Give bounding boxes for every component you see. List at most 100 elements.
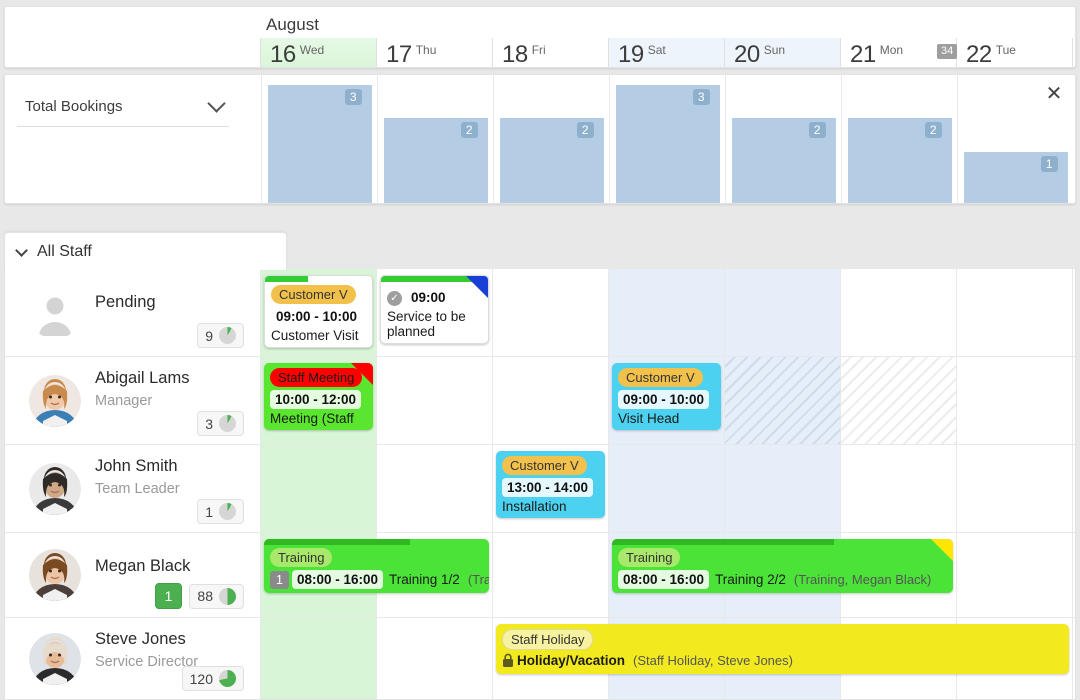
capacity-donut-icon [219,670,236,687]
chart-bar[interactable]: 2 [731,118,836,203]
day-cell[interactable] [725,445,841,532]
event-time: 09:00 - 10:00 [271,307,363,326]
day-cell[interactable] [609,445,725,532]
day-of-week: Sat [647,43,666,57]
calendar-event-megan-training-2[interactable]: Training 08:00 - 16:00 Training 2/2 (Traini… [612,539,953,593]
chart-bar[interactable]: 1 [963,151,1068,203]
event-pill-row: Customer V [502,456,599,475]
capacity-badge[interactable]: 1 [197,499,244,524]
day-cell[interactable] [957,269,1073,356]
staff-cell-pending[interactable]: Pending 9 [5,269,261,356]
capacity-badge[interactable]: 120 [181,666,244,691]
event-category-pill: Staff Holiday [502,629,594,650]
event-category-pill: Training [270,548,333,567]
capacity-value: 88 [197,588,213,604]
day-cell[interactable] [725,357,841,444]
day-header-fri[interactable]: 18 Fri [493,38,609,67]
day-cell[interactable] [493,533,609,617]
event-detail-line: Holiday/Vacation (Staff Holiday, Steve Jo… [502,653,1063,670]
calendar-event-john-installation[interactable]: Customer V 13:00 - 14:00 Installation [496,451,605,518]
event-subtitle: (Staff Holiday, Steve Jones) [633,653,793,668]
day-cell[interactable] [377,618,493,699]
capacity-value: 120 [189,670,213,687]
bookings-metric-select[interactable]: Total Bookings [17,93,229,127]
day-of-week: Wed [299,43,325,57]
calendar-event-pending-customer-visit[interactable]: Customer V 09:00 - 10:00 Customer Visit [264,275,373,348]
capacity-donut-icon [219,587,236,605]
day-header-sat[interactable]: 19 Sat [609,38,725,68]
event-detail-line: 13:00 - 14:00 [502,478,599,497]
event-pill-row: Training [618,548,947,567]
capacity-value: 1 [205,503,213,520]
day-header-wed[interactable]: 16 Wed [261,38,377,67]
day-cell[interactable] [377,445,493,532]
week-number-badge: 34 [937,44,958,59]
day-cell[interactable] [261,618,377,699]
staff-name: Pending [95,293,156,311]
day-cell[interactable] [493,357,609,444]
chart-column: 2 [841,75,957,203]
day-cell[interactable] [377,357,493,444]
calendar-event-megan-training-1[interactable]: Training 108:00 - 16:00 Training 1/2 (Train… [264,539,489,593]
day-header-thu[interactable]: 17 Thu [377,38,493,67]
event-time: 08:00 - 16:00 [618,570,710,589]
schedule-row: Abigail Lams Manager 3 Staff Meeting 10:00 -… [5,357,1075,445]
chevron-down-icon [15,243,28,257]
event-content: Staff Meeting 10:00 - 12:00 Meeting (Staff [264,363,373,430]
day-cell[interactable] [725,269,841,356]
day-cell[interactable] [841,445,957,532]
day-cell[interactable] [957,357,1073,444]
day-number: 21 [850,41,876,68]
capacity-badge[interactable]: 3 [197,411,244,436]
event-title: Training 2/2 [715,572,786,587]
lock-icon [502,653,514,670]
staff-cell-john-smith[interactable]: John Smith Team Leader 1 [5,445,261,532]
chevron-down-icon [207,94,226,113]
staff-name: Megan Black [95,557,191,575]
day-cell[interactable] [493,269,609,356]
day-number: 19 [618,41,644,68]
day-cell[interactable] [957,445,1073,532]
month-label: August [266,15,319,34]
event-content: Training 08:00 - 16:00 Training 2/2 (Traini… [612,539,953,593]
event-title: Training 1/2 [389,572,460,587]
chart-bar-value: 3 [692,89,710,105]
chart-bar[interactable]: 3 [615,85,720,203]
chart-bar[interactable]: 3 [267,85,372,203]
chart-bar[interactable]: 2 [499,118,604,203]
chart-bar-value: 2 [576,122,594,139]
capacity-donut-icon [219,327,236,344]
day-cell[interactable] [957,533,1073,617]
event-subtitle: (Training, Megan Black) [467,572,489,587]
day-cell[interactable] [609,269,725,356]
staff-cell-steve-jones[interactable]: Steve Jones Service Director 120 [5,618,261,699]
calendar-event-pending-service-to-be-planned[interactable]: ✓ 09:00 Service to be planned [380,275,489,344]
day-header-strip: 16 Wed 17 Thu 18 Fri 19 Sat 20 Sun 21 Mon 34 22 Tue [5,38,1075,68]
staff-cell-megan-black[interactable]: Megan Black 1 88 [5,533,261,617]
chart-bar-value: 3 [344,89,362,105]
calendar-event-steve-staff-holiday[interactable]: Staff Holiday Holiday/Vacation (Staff Holi… [496,624,1069,674]
staff-badges: 1 88 [154,583,244,609]
capacity-badge[interactable]: 9 [197,323,244,348]
event-title: Customer Visit [271,328,359,343]
schedule-grid[interactable]: Pending 9 Customer V 09:00 - 10:00 Customer … [4,269,1076,700]
day-header-sun[interactable]: 20 Sun [725,38,841,67]
day-of-week: Sun [763,43,786,57]
capacity-donut-icon [219,415,236,432]
assignment-count-badge[interactable]: 1 [154,583,183,609]
day-cell[interactable] [261,445,377,532]
calendar-event-abigail-visit-head[interactable]: Customer V 09:00 - 10:00 Visit Head [612,363,721,430]
all-staff-tab[interactable]: All Staff [4,232,287,270]
schedule-row: John Smith Team Leader 1 Customer V 13:00 - … [5,445,1075,533]
capacity-badge[interactable]: 88 [189,583,244,609]
chart-bar[interactable]: 2 [383,118,488,203]
chart-bar[interactable]: 2 [847,118,952,203]
day-cell[interactable] [841,269,957,356]
event-detail-line: 09:00 - 10:00 [271,307,366,326]
calendar-event-abigail-staff-meeting[interactable]: Staff Meeting 10:00 - 12:00 Meeting (Staff [264,363,373,430]
chart-bar-value: 1 [1040,155,1058,172]
chart-column: 3 [261,75,377,203]
day-cell[interactable] [841,357,957,444]
staff-cell-abigail-lams[interactable]: Abigail Lams Manager 3 [5,357,261,444]
day-header-tue[interactable]: 34 22 Tue [937,38,1073,67]
